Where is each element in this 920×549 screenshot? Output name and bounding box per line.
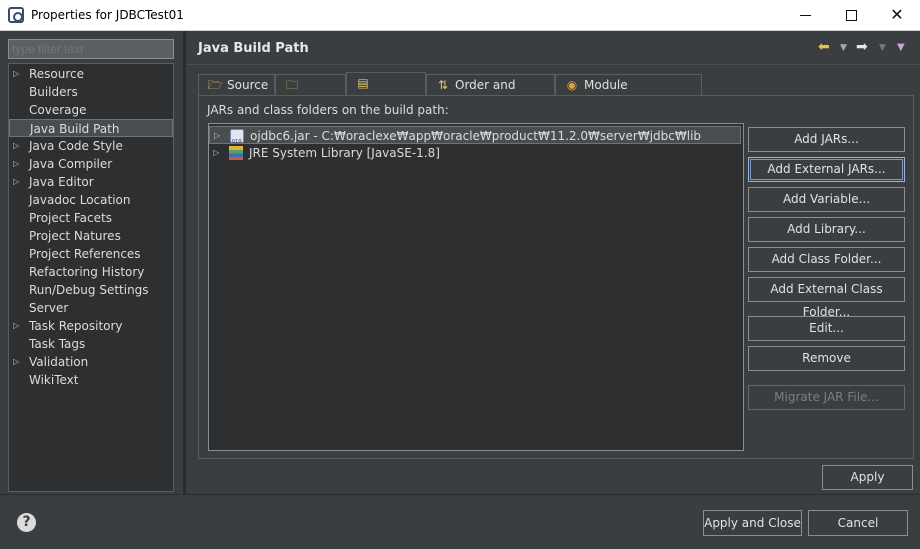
page-title: Java Build Path: [198, 41, 309, 56]
tree-item[interactable]: ▷ Resource: [9, 65, 173, 83]
tree-item-label: Project Natures: [29, 229, 121, 243]
add-external-class-folder-button[interactable]: Add External Class Folder...: [748, 277, 905, 319]
tree-item-label: Java Code Style: [29, 139, 123, 153]
edit-button[interactable]: Edit...: [748, 316, 905, 341]
source-folder-icon: 🗁: [207, 78, 223, 92]
expand-arrow-icon[interactable]: ▷: [214, 127, 220, 143]
expand-arrow-icon[interactable]: ▷: [13, 65, 19, 83]
cancel-button[interactable]: Cancel: [808, 510, 908, 536]
tab-order-and-export[interactable]: ⇅Order and Export: [426, 74, 555, 112]
expand-arrow-icon[interactable]: ▷: [13, 353, 19, 371]
add-class-folder-button[interactable]: Add Class Folder...: [748, 247, 905, 272]
apply-button[interactable]: Apply: [822, 465, 913, 490]
tab-bar: 🗁 Source 🗀Projects▤Libraries⇅Order and Exp…: [198, 72, 908, 112]
forward-arrow-icon[interactable]: ➡: [856, 39, 868, 55]
tree-item[interactable]: Coverage: [9, 101, 173, 119]
tree-item-label: Java Editor: [29, 175, 94, 189]
tree-item[interactable]: WikiText: [9, 371, 173, 389]
maximize-icon: [845, 10, 857, 21]
tree-item-label: Project References: [29, 247, 141, 261]
jre-library-icon: [229, 146, 243, 160]
apply-and-close-button[interactable]: Apply and Close: [703, 510, 802, 536]
tree-item-label: Javadoc Location: [29, 193, 131, 207]
tree-item[interactable]: Run/Debug Settings: [9, 281, 173, 299]
title-bar: Properties for JDBCTest01 ✕: [0, 0, 920, 31]
tree-item[interactable]: Project Facets: [9, 209, 173, 227]
library-entry-label: JRE System Library [JavaSE-1.8]: [249, 146, 440, 160]
order-export-icon: ⇅: [437, 78, 449, 92]
add-variable-button[interactable]: Add Variable...: [748, 187, 905, 212]
tree-item[interactable]: Builders: [9, 83, 173, 101]
close-button[interactable]: ✕: [874, 0, 920, 30]
tree-item-label: Server: [29, 301, 69, 315]
add-external-jars-button[interactable]: Add External JARs...: [748, 157, 905, 182]
expand-arrow-icon[interactable]: ▷: [13, 317, 19, 335]
library-entry[interactable]: ▷ JRE System Library [JavaSE-1.8]: [209, 144, 741, 162]
tree-item-label: Task Tags: [29, 337, 86, 351]
library-entry-label: ojdbc6.jar - C:₩oraclexe₩app₩oracle₩prod…: [250, 129, 702, 143]
minimize-button[interactable]: [782, 0, 828, 30]
right-pane: Java Build Path ⬅ ▼ ➡ ▼ ▼ 🗁 Source 🗀Projec…: [186, 31, 920, 494]
tab-projects[interactable]: 🗀Projects: [275, 74, 346, 112]
module-icon: ◉: [566, 78, 578, 92]
tree-item-label: Resource: [29, 67, 85, 81]
tree-item[interactable]: ▷ Java Editor: [9, 173, 173, 191]
back-dropdown-icon[interactable]: ▼: [840, 43, 847, 53]
close-icon: ✕: [890, 5, 904, 24]
property-page-tree: ▷ Resource Builders Coverage Java Build Path…: [8, 63, 174, 492]
tree-item[interactable]: Refactoring History: [9, 263, 173, 281]
tree-item[interactable]: Project References: [9, 245, 173, 263]
tree-item[interactable]: ▷ Java Compiler: [9, 155, 173, 173]
tree-item-label: Java Build Path: [30, 122, 120, 136]
libraries-icon: ▤: [357, 76, 369, 90]
tree-item-label: Coverage: [29, 103, 87, 117]
tree-item[interactable]: Javadoc Location: [9, 191, 173, 209]
tree-item-label: Run/Debug Settings: [29, 283, 149, 297]
help-icon[interactable]: ?: [17, 513, 36, 532]
tree-item[interactable]: ▷ Task Repository: [9, 317, 173, 335]
library-list[interactable]: ▷ ojdbc6.jar - C:₩oraclexe₩app₩oracle₩pro…: [208, 123, 744, 451]
jar-icon: [230, 129, 244, 143]
dialog-button-bar: ? Apply and Close Cancel: [0, 494, 920, 549]
tree-item-label: Java Compiler: [29, 157, 113, 171]
projects-folder-icon: 🗀: [285, 78, 298, 92]
add-jars-button[interactable]: Add JARs...: [748, 127, 905, 152]
libraries-tab-panel: JARs and class folders on the build path…: [198, 95, 914, 459]
tree-item[interactable]: Java Build Path: [9, 119, 173, 137]
expand-arrow-icon[interactable]: ▷: [213, 144, 219, 162]
window-title: Properties for JDBCTest01: [31, 8, 184, 22]
tree-item-label: Validation: [29, 355, 89, 369]
forward-dropdown-icon[interactable]: ▼: [879, 43, 886, 53]
minimize-icon: [799, 14, 811, 17]
view-menu-icon[interactable]: ▼: [897, 42, 905, 53]
tab-label: Source: [227, 78, 269, 92]
tree-item-label: WikiText: [29, 373, 79, 387]
tree-item[interactable]: Project Natures: [9, 227, 173, 245]
expand-arrow-icon[interactable]: ▷: [13, 137, 19, 155]
maximize-button[interactable]: [828, 0, 874, 30]
tree-item-label: Refactoring History: [29, 265, 145, 279]
expand-arrow-icon[interactable]: ▷: [13, 173, 19, 191]
tree-item-label: Task Repository: [29, 319, 123, 333]
tree-item[interactable]: ▷ Java Code Style: [9, 137, 173, 155]
filter-input[interactable]: [8, 39, 174, 59]
migrate-jar-button: Migrate JAR File...: [748, 385, 905, 410]
library-entry[interactable]: ▷ ojdbc6.jar - C:₩oraclexe₩app₩oracle₩pro…: [209, 126, 741, 144]
tree-item[interactable]: Task Tags: [9, 335, 173, 353]
list-label: JARs and class folders on the build path…: [207, 103, 449, 117]
tree-item-label: Project Facets: [29, 211, 112, 225]
left-pane: ▷ Resource Builders Coverage Java Build Path…: [0, 31, 183, 494]
tab-module-dependencies[interactable]: ◉Module Dependencies: [555, 74, 702, 112]
tree-item[interactable]: ▷ Validation: [9, 353, 173, 371]
tab-source[interactable]: 🗁 Source: [198, 74, 275, 96]
remove-button[interactable]: Remove: [748, 346, 905, 371]
add-library-button[interactable]: Add Library...: [748, 217, 905, 242]
page-header: Java Build Path ⬅ ▼ ➡ ▼ ▼: [186, 31, 920, 65]
app-icon: [8, 7, 24, 23]
back-arrow-icon[interactable]: ⬅: [818, 39, 830, 55]
tree-item[interactable]: Server: [9, 299, 173, 317]
tab-libraries[interactable]: ▤Libraries: [346, 72, 426, 110]
tree-item-label: Builders: [29, 85, 78, 99]
expand-arrow-icon[interactable]: ▷: [13, 155, 19, 173]
